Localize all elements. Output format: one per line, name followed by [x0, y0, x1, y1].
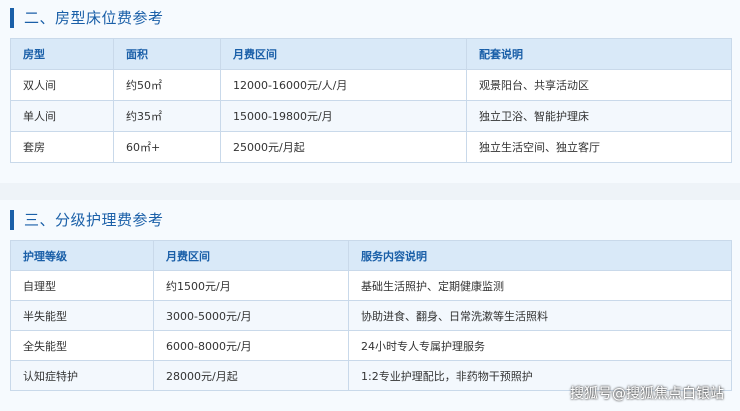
table-cell: 约1500元/月: [153, 270, 349, 301]
table-cell: 认知症特护: [10, 360, 154, 391]
watermark: 搜狐号@搜狐焦点白银站: [570, 386, 724, 402]
room-fee-table: 房型 面积 月费区间 配套说明 双人间 约50㎡ 12000-16000元/人/…: [10, 38, 732, 163]
table-cell: 25000元/月起: [220, 131, 467, 163]
section-divider: [0, 183, 740, 200]
table-header-row: 护理等级 月费区间 服务内容说明: [10, 240, 732, 271]
table-cell: 60㎡+: [113, 131, 221, 163]
table-row: 双人间 约50㎡ 12000-16000元/人/月 观景阳台、共享活动区: [10, 69, 732, 101]
table-cell: 约50㎡: [113, 69, 221, 101]
care-fee-table: 护理等级 月费区间 服务内容说明 自理型 约1500元/月 基础生活照护、定期健…: [10, 240, 732, 391]
table-cell: 套房: [10, 131, 114, 163]
table-cell: 3000-5000元/月: [153, 300, 349, 331]
table-cell: 6000-8000元/月: [153, 330, 349, 361]
column-header: 月费区间: [153, 240, 349, 271]
column-header: 房型: [10, 38, 114, 70]
table-cell: 独立卫浴、智能护理床: [466, 100, 732, 132]
column-header: 配套说明: [466, 38, 732, 70]
column-header: 月费区间: [220, 38, 467, 70]
table-cell: 约35㎡: [113, 100, 221, 132]
table-cell: 双人间: [10, 69, 114, 101]
table-row: 单人间 约35㎡ 15000-19800元/月 独立卫浴、智能护理床: [10, 100, 732, 132]
table-cell: 协助进食、翻身、日常洗漱等生活照料: [348, 300, 732, 331]
room-fee-title: 二、房型床位费参考: [10, 8, 164, 28]
table-row: 自理型 约1500元/月 基础生活照护、定期健康监测: [10, 270, 732, 301]
table-row: 半失能型 3000-5000元/月 协助进食、翻身、日常洗漱等生活照料: [10, 300, 732, 331]
column-header: 服务内容说明: [348, 240, 732, 271]
table-cell: 观景阳台、共享活动区: [466, 69, 732, 101]
table-header-row: 房型 面积 月费区间 配套说明: [10, 38, 732, 70]
table-cell: 自理型: [10, 270, 154, 301]
table-cell: 基础生活照护、定期健康监测: [348, 270, 732, 301]
table-row: 全失能型 6000-8000元/月 24小时专人专属护理服务: [10, 330, 732, 361]
care-fee-title: 三、分级护理费参考: [10, 210, 164, 230]
table-cell: 12000-16000元/人/月: [220, 69, 467, 101]
table-cell: 半失能型: [10, 300, 154, 331]
table-cell: 独立生活空间、独立客厅: [466, 131, 732, 163]
table-cell: 单人间: [10, 100, 114, 132]
table-cell: 全失能型: [10, 330, 154, 361]
table-cell: 28000元/月起: [153, 360, 349, 391]
column-header: 护理等级: [10, 240, 154, 271]
table-cell: 24小时专人专属护理服务: [348, 330, 732, 361]
table-cell: 15000-19800元/月: [220, 100, 467, 132]
table-row: 套房 60㎡+ 25000元/月起 独立生活空间、独立客厅: [10, 131, 732, 163]
column-header: 面积: [113, 38, 221, 70]
